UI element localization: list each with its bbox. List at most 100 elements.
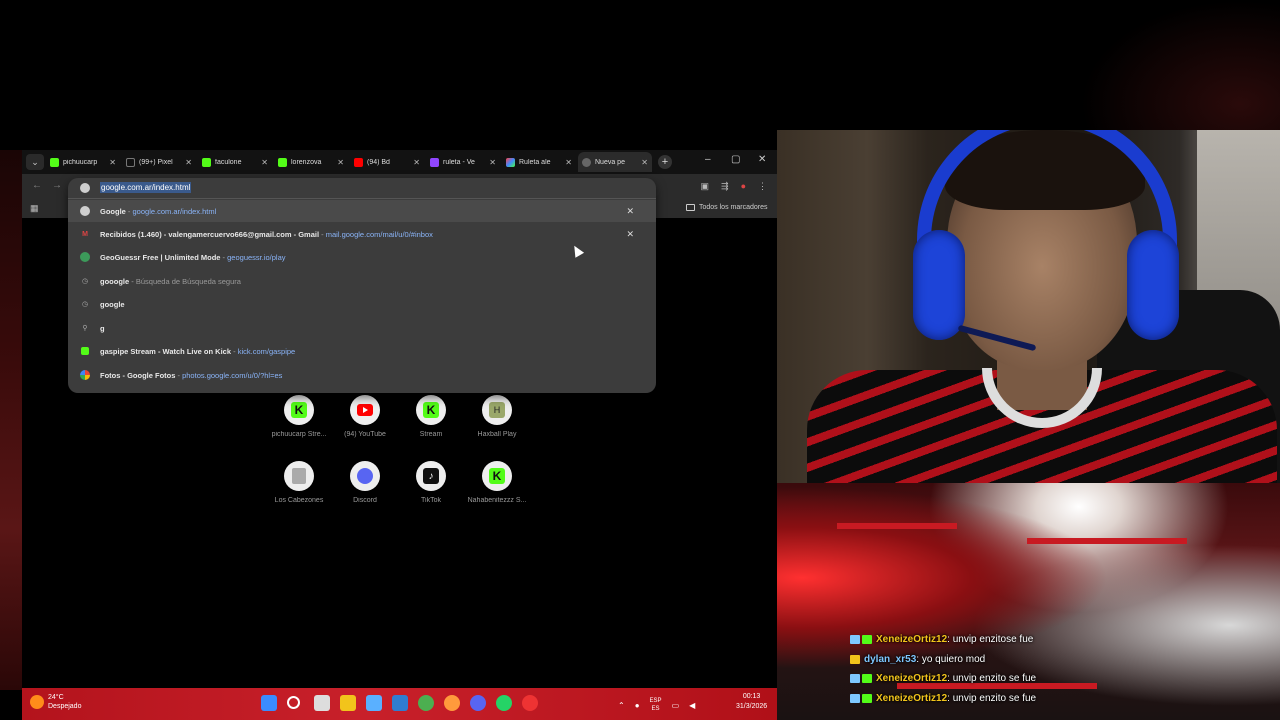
browser-tab[interactable]: lorenzova ✕: [274, 152, 348, 172]
omnibox-suggestion[interactable]: Google - google.com.ar/index.html ✕: [68, 200, 656, 222]
shortcut-tile[interactable]: Kpichuucarp Stre...: [264, 395, 334, 438]
browser-tab[interactable]: Ruleta ale ✕: [502, 152, 576, 172]
omnibox-suggestion[interactable]: ◷ google: [68, 293, 656, 315]
maximize-button[interactable]: ▢: [731, 154, 740, 165]
edge-icon[interactable]: [366, 695, 382, 711]
suggestion-url: geoguessr.io/play: [227, 252, 286, 262]
omnibox-divider: [68, 198, 656, 199]
cast-icon[interactable]: ⇶: [721, 181, 729, 192]
chrome-profile-icon[interactable]: [444, 695, 460, 711]
suggestion-title: g: [100, 323, 105, 333]
mail-icon[interactable]: [392, 695, 408, 711]
sub-badge-icon: [862, 674, 872, 684]
minimize-button[interactable]: –: [705, 154, 711, 165]
browser-tab[interactable]: (99+) Pixel ✕: [122, 152, 196, 172]
task-view-icon[interactable]: [314, 695, 330, 711]
suggestion-title: Fotos - Google Fotos: [100, 370, 176, 380]
clock[interactable]: 00:13 31/3/2026: [736, 692, 767, 712]
chrome-icon[interactable]: [418, 695, 434, 711]
browser-tab[interactable]: ruleta - Ve ✕: [426, 152, 500, 172]
tab-close-icon[interactable]: ✕: [185, 158, 192, 167]
tab-title: faculone: [215, 158, 242, 166]
profile-icon[interactable]: ●: [741, 181, 746, 192]
browser-tab[interactable]: (94) Bd ✕: [350, 152, 424, 172]
omnibox-suggestion[interactable]: GeoGuessr Free | Unlimited Mode - geogue…: [68, 246, 656, 268]
back-arrow-icon[interactable]: ←: [32, 180, 42, 191]
whatsapp-icon[interactable]: [496, 695, 512, 711]
discord-icon[interactable]: [470, 695, 486, 711]
tab-close-icon[interactable]: ✕: [109, 158, 116, 167]
chat-message: XeneizeOrtiz12: unvip enzito se fue: [850, 689, 1036, 709]
tab-close-icon[interactable]: ✕: [261, 158, 268, 167]
shortcut-icon-circle: H: [482, 395, 512, 425]
browser-tab[interactable]: faculone ✕: [198, 152, 272, 172]
address-input[interactable]: google.com.ar/index.html: [100, 182, 192, 193]
tiktok-icon: ♪: [423, 468, 439, 484]
shortcut-tile[interactable]: K Nahabenitezzz S...: [462, 461, 532, 504]
omnibox-suggestion[interactable]: gaspipe Stream - Watch Live on Kick - ki…: [68, 340, 656, 362]
close-window-button[interactable]: ✕: [758, 154, 766, 165]
weather-desc: Despejado: [48, 703, 82, 710]
file-explorer-icon[interactable]: [340, 695, 356, 711]
search-icon[interactable]: [287, 696, 300, 709]
suggestion-url: photos.google.com/u/0/?hl=es: [182, 370, 283, 380]
browser-tab[interactable]: Nueva pe ✕: [578, 152, 652, 172]
shortcut-tile[interactable]: K Stream: [396, 395, 466, 438]
shortcut-tile[interactable]: Los Cabezones: [264, 461, 334, 504]
suggestion-url: kick.com/gaspipe: [237, 346, 296, 356]
shortcut-tile[interactable]: ♪ TikTok: [396, 461, 466, 504]
shortcut-label: Stream: [419, 431, 443, 438]
shortcut-label: Haxball Play: [477, 431, 517, 438]
extensions-icon[interactable]: ▣: [701, 181, 710, 192]
kick-icon: K: [489, 468, 505, 484]
remove-suggestion-icon[interactable]: ✕: [626, 206, 634, 217]
omnibox-suggestion[interactable]: Fotos - Google Fotos - photos.google.com…: [68, 364, 656, 386]
tab-close-icon[interactable]: ✕: [413, 158, 420, 167]
new-tab-button[interactable]: +: [658, 155, 672, 169]
shortcut-tile[interactable]: (94) YouTube: [330, 395, 400, 438]
language-indicator[interactable]: ESP ES: [650, 697, 662, 713]
remove-suggestion-icon[interactable]: ✕: [626, 229, 634, 240]
tab-close-icon[interactable]: ✕: [641, 158, 648, 167]
discord-icon: [357, 468, 373, 484]
chat-username[interactable]: XeneizeOrtiz12: [876, 693, 947, 704]
twitch-icon: [430, 157, 439, 167]
forward-arrow-icon[interactable]: →: [52, 180, 62, 191]
chat-username[interactable]: XeneizeOrtiz12: [876, 634, 947, 645]
vip-badge-icon: [850, 635, 860, 645]
shortcut-tile[interactable]: Discord: [330, 461, 400, 504]
suggestion-detail: Búsqueda de Búsqueda segura: [135, 276, 241, 286]
address-bar[interactable]: google.com.ar/index.html: [68, 178, 656, 198]
tab-search-button[interactable]: ⌄: [26, 154, 44, 170]
browser-tab[interactable]: pichuucarp ✕: [46, 152, 120, 172]
omnibox-suggestion[interactable]: ◷ gooogle - Búsqueda de Búsqueda segura: [68, 270, 656, 292]
shortcut-tile[interactable]: H Haxball Play: [462, 395, 532, 438]
tab-close-icon[interactable]: ✕: [337, 158, 344, 167]
omnibox-suggestion[interactable]: M Recibidos (1.460) - valengamercuervo666…: [68, 223, 656, 245]
google-icon: [80, 206, 90, 216]
kick-icon: [50, 157, 59, 167]
volume-icon[interactable]: ◀: [689, 701, 695, 710]
omnibox-suggestion[interactable]: ⚲ g: [68, 317, 656, 339]
chevron-up-icon[interactable]: ⌃: [618, 701, 625, 710]
chat-username[interactable]: dylan_xr53: [864, 654, 916, 665]
tab-title: pichuucarp: [63, 158, 98, 166]
chat-username[interactable]: XeneizeOrtiz12: [876, 673, 947, 684]
tab-close-icon[interactable]: ✕: [489, 158, 496, 167]
start-icon[interactable]: [261, 695, 277, 711]
all-bookmarks-button[interactable]: Todos los marcadores: [686, 204, 767, 211]
microphone-icon[interactable]: ●: [635, 701, 640, 710]
network-icon[interactable]: ▭: [672, 701, 680, 710]
weather-widget[interactable]: 24°C Despejado: [30, 693, 81, 711]
gmail-icon: M: [82, 230, 88, 238]
tab-close-icon[interactable]: ✕: [565, 158, 572, 167]
obs-icon[interactable]: [522, 695, 538, 711]
folder-icon: [686, 204, 695, 211]
suggestion-separator: -: [319, 229, 326, 239]
menu-icon[interactable]: ⋮: [758, 181, 767, 192]
tab-title: lorenzova: [291, 158, 322, 166]
fotos-icon: [80, 370, 90, 380]
shortcut-icon-circle: K: [482, 461, 512, 491]
apps-grid-icon[interactable]: ▦: [30, 203, 39, 214]
weather-temp: 24°C: [48, 694, 64, 701]
